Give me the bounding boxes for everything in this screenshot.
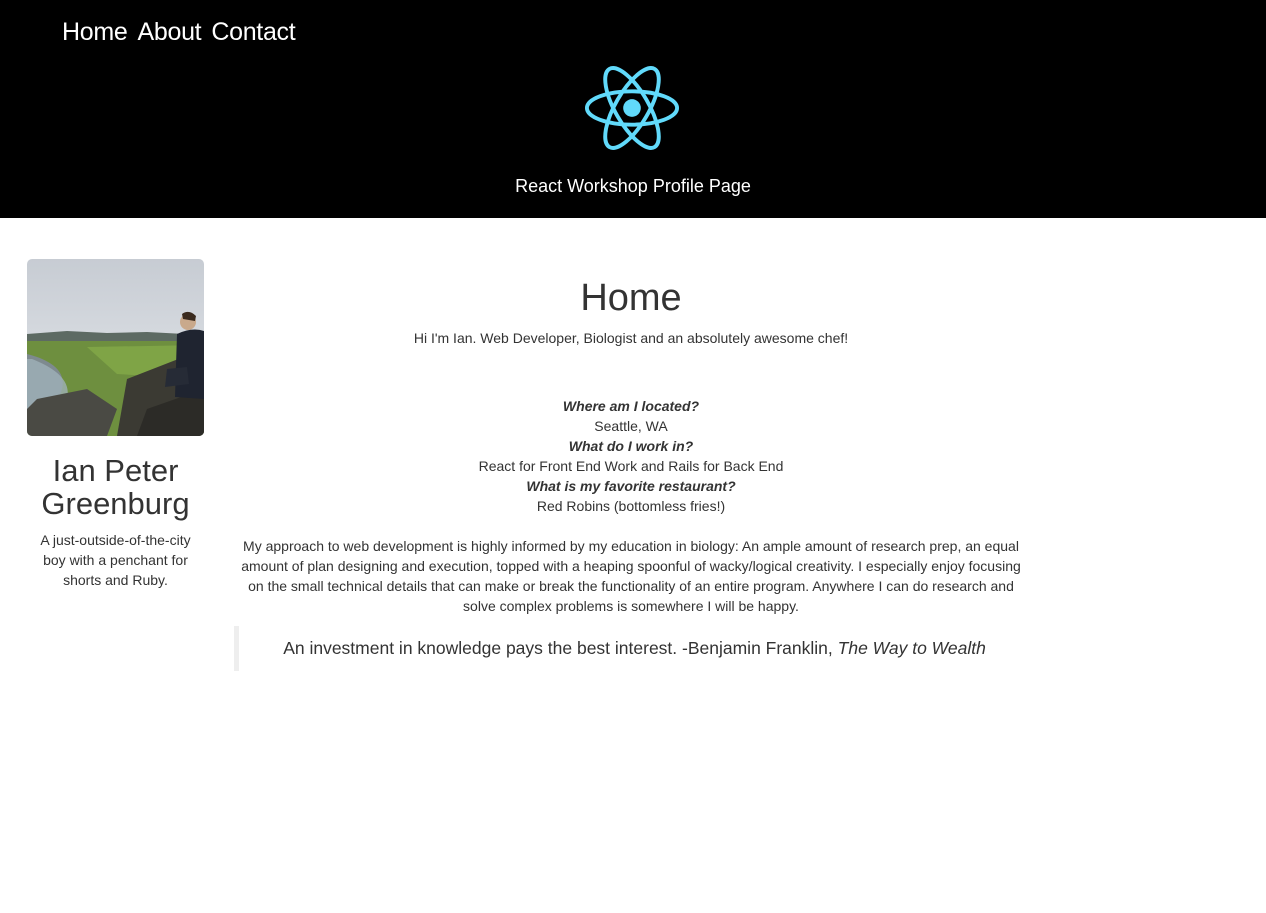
- nav-contact-link[interactable]: Contact: [211, 18, 295, 47]
- qa-answer: Red Robins (bottomless fries!): [536, 498, 726, 514]
- profile-name: Ian Peter Greenburg: [41, 453, 190, 521]
- qa-question: Where am I located?: [562, 398, 700, 414]
- nav-about-link[interactable]: About: [138, 18, 202, 47]
- quote-text: An investment in knowledge pays the best…: [283, 638, 838, 658]
- profile-bio: A just-outside-of-the-city boy with a pe…: [40, 532, 191, 588]
- qa-question: What is my favorite restaurant?: [526, 478, 736, 494]
- profile-sidebar: Ian Peter Greenburg A just-outside-of-th…: [22, 259, 209, 590]
- quote-block: An investment in knowledge pays the best…: [234, 626, 1030, 671]
- intro-text: Hi I'm Ian. Web Developer, Biologist and…: [413, 330, 849, 346]
- main-content: Home Hi I'm Ian. Web Developer, Biologis…: [232, 276, 1030, 671]
- qa-answer: Seattle, WA: [594, 418, 668, 434]
- page-header: Home About Contact React Workshop Profil…: [0, 0, 1266, 218]
- nav-home-link[interactable]: Home: [62, 18, 128, 47]
- page-title: Home: [580, 277, 682, 319]
- qa-list: Where am I located? Seattle, WA What do …: [232, 396, 1030, 516]
- profile-photo: [27, 259, 204, 436]
- qa-question: What do I work in?: [568, 438, 694, 454]
- header-title: React Workshop Profile Page: [515, 176, 751, 196]
- react-atom-icon: [584, 66, 680, 150]
- qa-answer: React for Front End Work and Rails for B…: [478, 458, 784, 474]
- approach-paragraph: My approach to web development is highly…: [241, 538, 1021, 614]
- quote-source: The Way to Wealth: [837, 638, 986, 658]
- main-nav: Home About Contact: [62, 18, 296, 47]
- avatar: [27, 259, 204, 436]
